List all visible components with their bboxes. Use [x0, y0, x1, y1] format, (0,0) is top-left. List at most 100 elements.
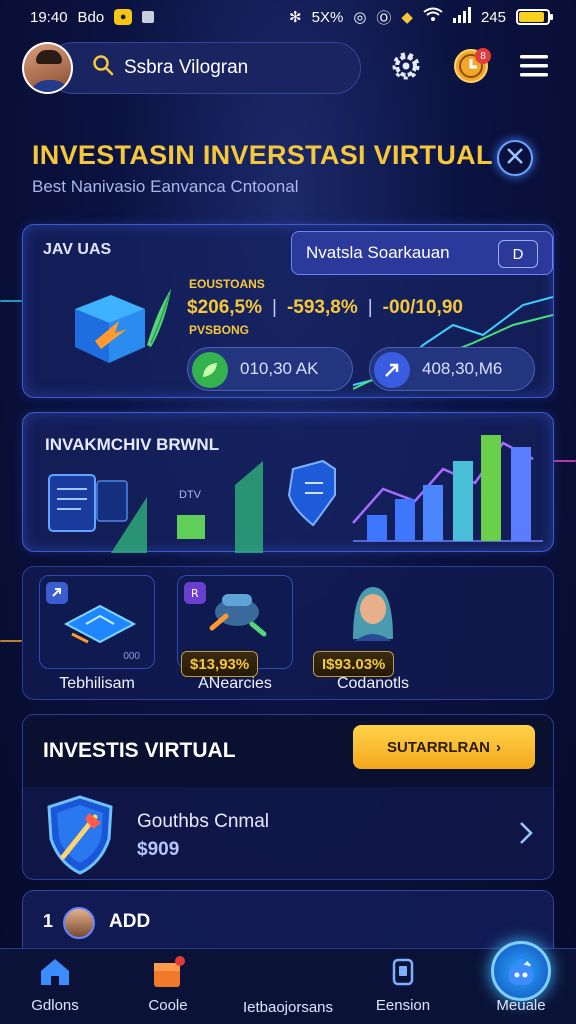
- status-signal-text: 5X%: [311, 8, 344, 26]
- cta-label: SUTARRLRAN: [386, 738, 491, 756]
- shield-status-icon: ◆: [401, 9, 413, 26]
- svg-text:R: R: [191, 587, 199, 600]
- next-card-label: ADD: [109, 911, 151, 932]
- wifi-icon: [423, 7, 443, 27]
- robot-tool-icon: [209, 594, 267, 637]
- coin-button[interactable]: 8: [450, 46, 493, 90]
- decor-line: [0, 300, 22, 302]
- invest-cta-button[interactable]: SUTARRLRAN ›: [353, 725, 535, 769]
- invest-item[interactable]: Gouthbs Cnmal $909: [23, 787, 553, 879]
- decor-line: [0, 640, 22, 642]
- cube-icon: [65, 281, 175, 376]
- summary-search-pill[interactable]: Nvatsla Soarkauan D: [291, 231, 553, 275]
- bar: [395, 499, 415, 541]
- bluetooth-icon: ✻: [289, 9, 302, 26]
- chart-graphic: [48, 435, 543, 553]
- invest-item-name: Gouthbs Cnmal: [137, 811, 270, 832]
- menu-button[interactable]: [513, 46, 556, 90]
- chart-card[interactable]: INVAKMCHIV BRWNL DTV: [22, 412, 554, 553]
- search-text: Ssbra Vilogran: [123, 57, 249, 78]
- nav-label: Coole: [148, 997, 188, 1014]
- nfc-icon: Ⓞ: [376, 9, 392, 27]
- tile-code: 000: [123, 651, 140, 662]
- coin-badge: 8: [474, 48, 491, 64]
- balance-pill-left[interactable]: 010,30 AK: [187, 347, 353, 391]
- status-bar: 19:40 Bdo ● ✻ 5X% ◎ Ⓞ ◆ 245: [0, 0, 576, 34]
- person-avatar-icon: [353, 587, 393, 641]
- nav-item-coole[interactable]: Coole: [113, 955, 223, 1014]
- close-icon: [506, 147, 524, 170]
- balance-pill-right[interactable]: 408,30,M6: [369, 347, 535, 391]
- invest-section: INVESTIS VIRTUAL SUTARRLRAN › Gouthbs Cn…: [22, 714, 554, 880]
- arrow-icon: [374, 352, 410, 388]
- circuit-board-icon: [63, 604, 137, 644]
- nav-item-meuale[interactable]: Meuale: [466, 955, 576, 1014]
- chevron-right-icon: ›: [496, 738, 502, 756]
- battery-icon: [516, 9, 553, 25]
- nav-label: Ietbaojorsans: [242, 999, 334, 1016]
- chevron-right-icon: [519, 821, 533, 850]
- feature-tebhilisam[interactable]: 000 Tebhilisam: [39, 575, 155, 693]
- settings-button[interactable]: [385, 46, 428, 90]
- shield-icon: [287, 459, 336, 527]
- summary-search-text: Nvatsla Soarkauan: [306, 243, 450, 262]
- stat-label-top: EOUSTOANS: [189, 277, 265, 291]
- feature-tile: 000: [39, 575, 155, 669]
- feature-label: ANearcies: [198, 675, 272, 692]
- bottom-nav: Gdlons Coole Ietbaojorsans Eension Meual…: [0, 941, 576, 1024]
- invest-title: INVESTIS VIRTUAL: [43, 739, 236, 762]
- invest-item-value: $909: [137, 839, 180, 860]
- status-time: 19:40: [30, 8, 68, 26]
- feature-label: Codanotls: [336, 675, 410, 692]
- nav-item-center[interactable]: Ietbaojorsans: [233, 941, 551, 1016]
- notification-icon: ●: [114, 9, 133, 25]
- page-subtitle: Best Nanivasio Eanvanca Cntoonal: [32, 177, 299, 196]
- balance-left-value: 010,30 AK: [240, 359, 319, 378]
- page-title: INVESTASIN INVERSTASI VIRTUAL: [32, 140, 493, 170]
- avatar: [63, 907, 95, 939]
- bar: [367, 515, 387, 541]
- sync-icon: ◎: [353, 9, 367, 26]
- leaf-icon: [192, 352, 228, 388]
- document-icon: [48, 474, 128, 532]
- gear-icon: [389, 49, 423, 88]
- feature-codanotls[interactable]: I$93.03% Codanotls: [313, 575, 431, 693]
- decor-line: [554, 460, 576, 462]
- invest-header: INVESTIS VIRTUAL SUTARRLRAN ›: [23, 715, 553, 787]
- search-icon: [92, 54, 114, 82]
- robot-icon: [466, 955, 576, 989]
- feature-label: Tebhilisam: [59, 675, 135, 692]
- home-icon: [0, 955, 110, 989]
- status-carrier: Bdo: [77, 8, 105, 26]
- stat-value: $206,5%: [187, 297, 263, 318]
- ramp-shape: [235, 461, 263, 553]
- hamburger-icon: [520, 54, 549, 83]
- stat-label-bottom: PVSBONG: [189, 323, 250, 337]
- summary-label: JAV UAS: [43, 241, 112, 258]
- summary-card: JAV UAS Nvatsla Soarkauan D EOUSTOANS $2…: [22, 224, 554, 398]
- stat-value: -593,8%: [286, 297, 358, 318]
- close-button[interactable]: [497, 140, 533, 176]
- bar: [481, 435, 501, 541]
- nav-item-eension[interactable]: Eension: [348, 955, 458, 1014]
- profile-avatar[interactable]: [22, 42, 73, 94]
- status-battery-text: 245: [480, 8, 506, 26]
- feature-row: 000 Tebhilisam R $13,93% ANearcies I$93.…: [22, 566, 554, 700]
- bar: [423, 485, 443, 541]
- feature-anearcies[interactable]: R $13,93% ANearcies: [177, 575, 293, 693]
- cell-signal-icon: [452, 7, 471, 27]
- box-icon: [113, 955, 223, 989]
- nav-label: Meuale: [496, 997, 546, 1014]
- summary-search-button[interactable]: D: [498, 240, 538, 268]
- search-bar[interactable]: Ssbra Vilogran: [46, 42, 361, 94]
- nav-label: Eension: [375, 997, 431, 1014]
- small-block: [177, 515, 205, 539]
- stat-separator: |: [272, 297, 277, 318]
- nav-item-home[interactable]: Gdlons: [0, 955, 110, 1014]
- app-notification-icon: [142, 11, 155, 23]
- bar: [511, 447, 531, 541]
- bar: [453, 461, 473, 541]
- feature-value: I$93.03%: [313, 651, 395, 677]
- phone-icon: [348, 955, 458, 989]
- balance-right-value: 408,30,M6: [422, 359, 503, 378]
